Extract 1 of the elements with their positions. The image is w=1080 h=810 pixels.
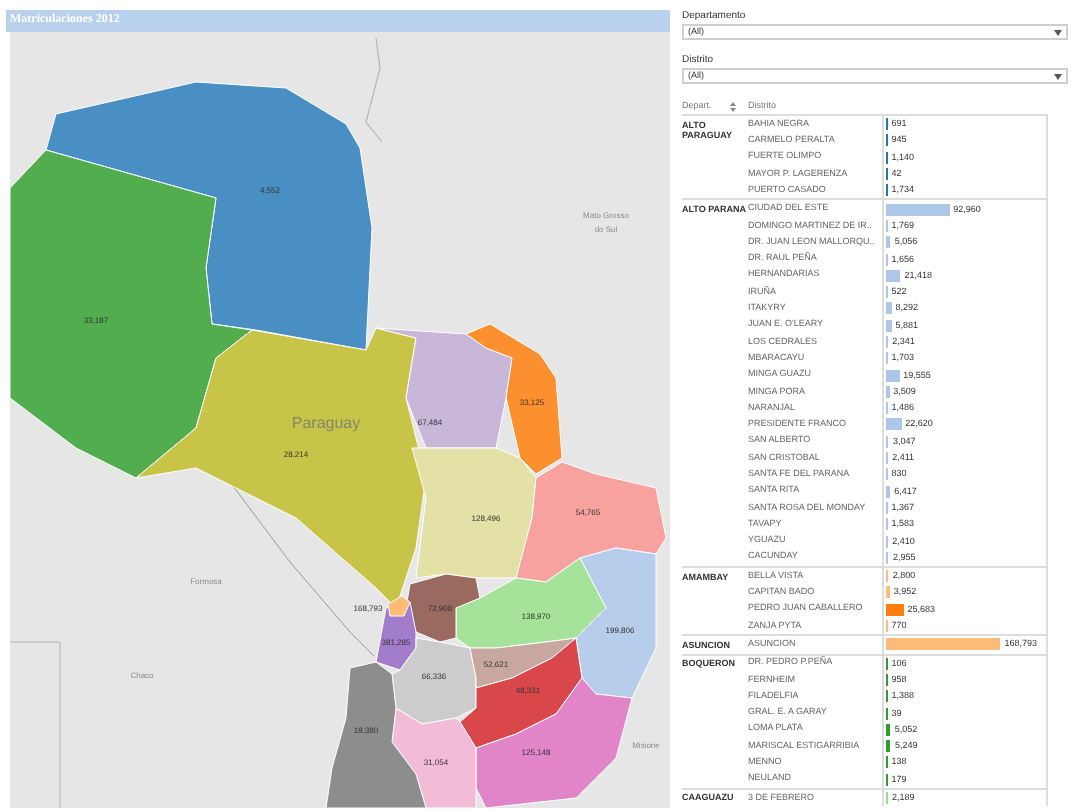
country-label: Paraguay [291, 414, 361, 432]
